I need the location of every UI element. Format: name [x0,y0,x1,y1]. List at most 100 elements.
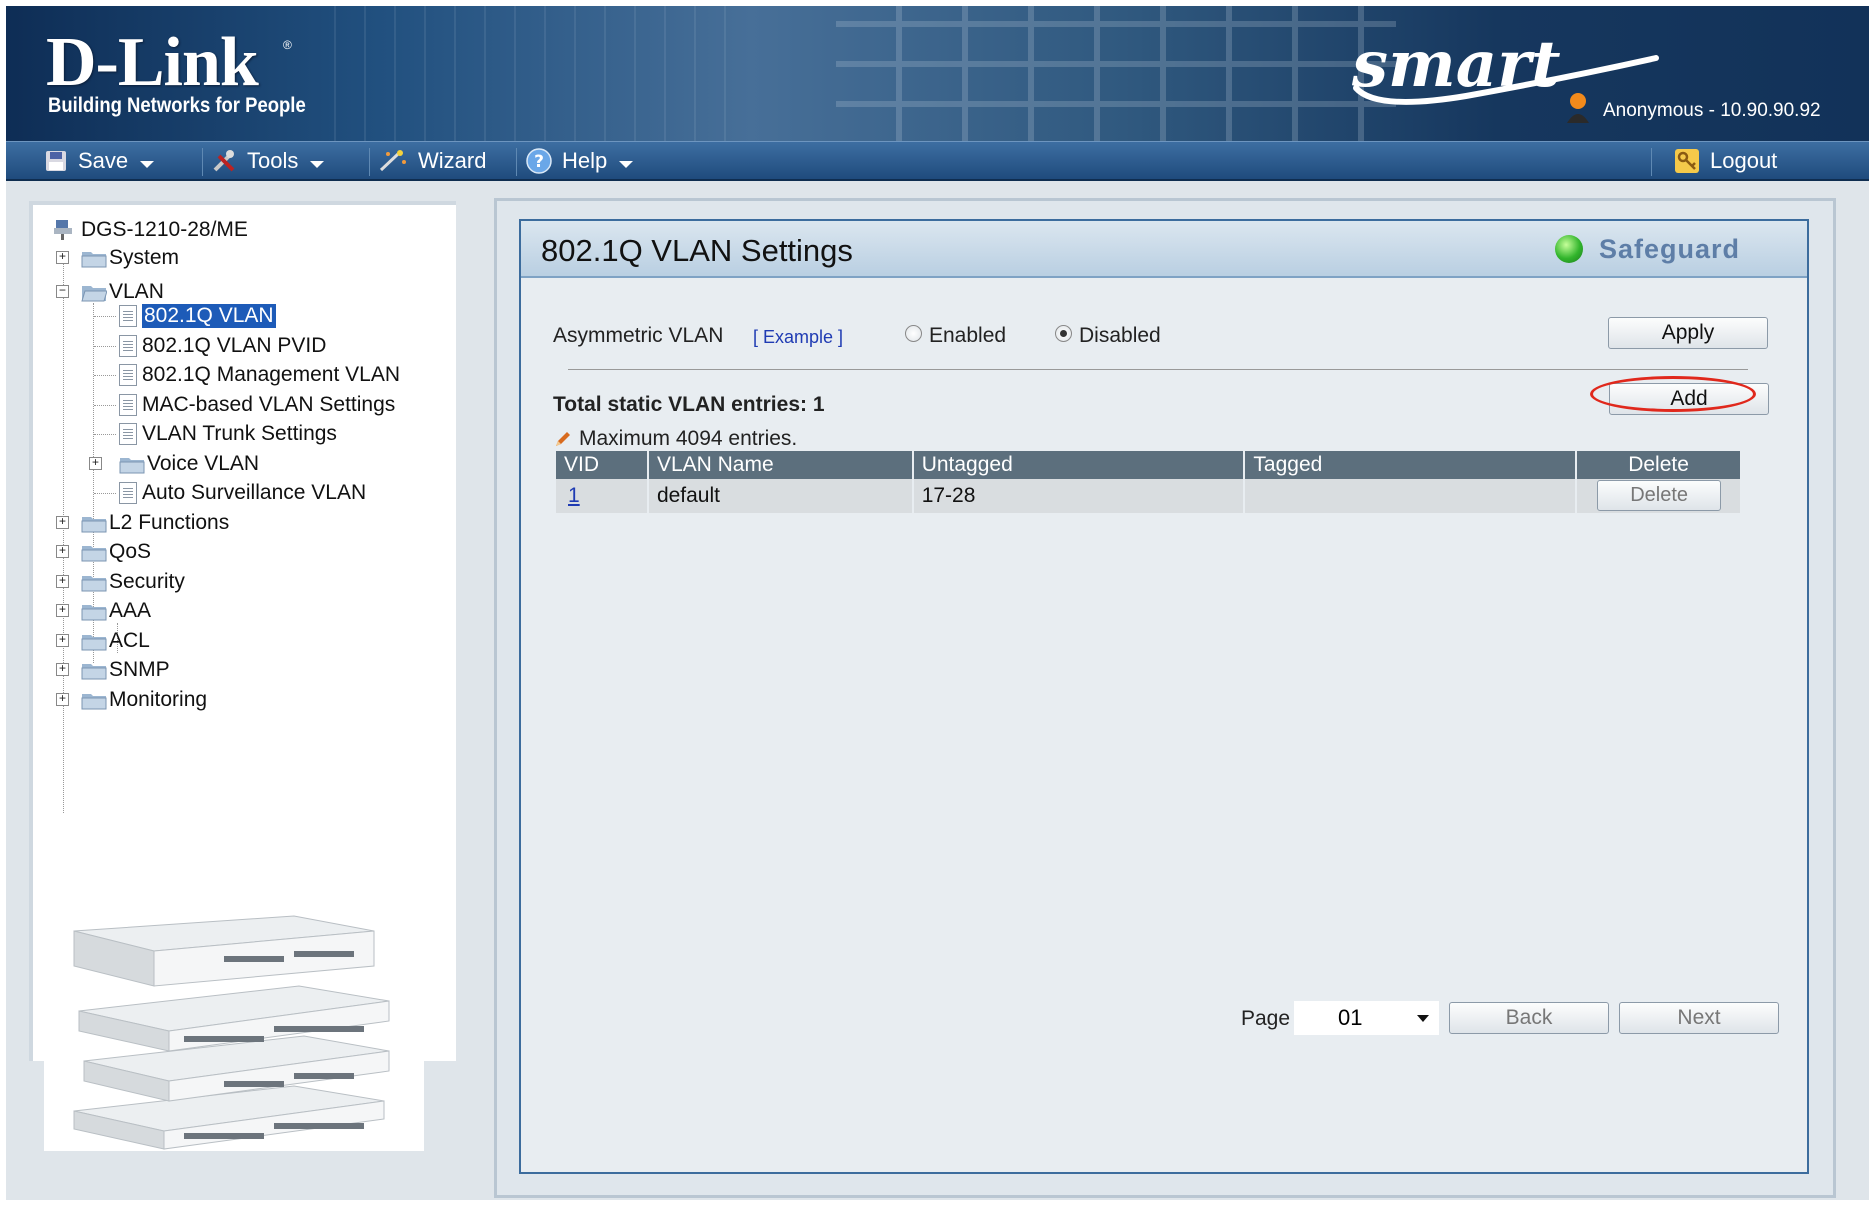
browser-page: D-Link ® Building Networks for People sm… [6,6,1869,1200]
expand-icon[interactable]: + [56,575,69,588]
vlan-table: VID VLAN Name Untagged Tagged Delete 1 d… [556,451,1742,513]
tree-item-8021q-vlan-pvid[interactable]: 802.1Q VLAN PVID [119,333,326,359]
tree-item-vlan-trunk[interactable]: VLAN Trunk Settings [119,421,337,447]
vlan-settings-panel: 802.1Q VLAN Settings Safeguard Asymmetri… [519,219,1809,1174]
tree-item-acl[interactable]: ACL [81,628,150,654]
disabled-radio[interactable] [1055,325,1072,342]
enabled-radio[interactable] [905,325,922,342]
tree-item-8021q-vlan[interactable]: 802.1Q VLAN [119,303,277,329]
tree-item-system[interactable]: System [81,245,179,271]
page-icon [119,482,137,504]
delete-button[interactable]: Delete [1597,480,1722,511]
page-select[interactable]: 01 [1294,1001,1439,1035]
page-icon [119,305,137,327]
expand-icon[interactable]: + [56,545,69,558]
help-menu[interactable]: ? Help [526,142,634,180]
tree-item-vlan[interactable]: VLAN [81,279,164,305]
dlink-logo: D-Link [46,24,259,101]
divider [568,369,1748,370]
tree-item-mac-based-vlan[interactable]: MAC-based VLAN Settings [119,392,395,418]
tree-item-auto-surveillance[interactable]: Auto Surveillance VLAN [119,480,366,506]
panel-title-bar: 802.1Q VLAN Settings Safeguard [521,221,1807,278]
tree-item-aaa[interactable]: AAA [81,598,151,624]
expand-icon[interactable]: + [56,604,69,617]
table-header: VID VLAN Name Untagged Tagged Delete [556,451,1742,479]
column-header-delete: Delete [1576,451,1742,479]
untagged-cell: 17-28 [912,479,1246,513]
page-icon [119,335,137,357]
annotation-circle [1590,376,1756,412]
vid-cell: 1 [556,479,649,513]
tree-item-management-vlan[interactable]: 802.1Q Management VLAN [119,362,400,388]
pencil-icon [556,432,570,446]
switch-icon [54,220,72,240]
tree-item-security[interactable]: Security [81,569,185,595]
header-banner: D-Link ® Building Networks for People sm… [6,6,1869,141]
chevron-down-icon [1417,1015,1429,1022]
folder-icon [81,546,107,562]
tree-item-qos[interactable]: QoS [81,539,151,565]
tree-item-monitoring[interactable]: Monitoring [81,687,207,713]
folder-icon [81,576,107,592]
apply-button[interactable]: Apply [1608,317,1768,349]
enabled-label: Enabled [929,324,1007,347]
max-entries: Maximum 4094 entries. [553,427,797,451]
folder-icon [81,635,107,651]
switch-stack-image [44,911,424,1151]
page-label: Page [1241,1007,1291,1030]
svg-text:smart: smart [1351,27,1561,102]
column-header-vid: VID [556,451,649,479]
tools-menu[interactable]: Tools [211,142,325,180]
next-button[interactable]: Next [1619,1002,1779,1034]
folder-icon [81,664,107,680]
disabled-label: Disabled [1079,324,1161,347]
delete-cell: Delete [1576,479,1742,513]
wizard-menu[interactable]: Wizard [378,142,486,180]
save-icon [46,151,66,171]
safeguard-status-icon [1555,235,1583,263]
logout-button[interactable]: Logout [1674,142,1777,180]
table-row: 1 default 17-28 Delete [556,479,1742,513]
tree-item-snmp[interactable]: SNMP [81,657,170,683]
page-icon [119,364,137,386]
folder-icon [119,458,145,474]
folder-icon [81,517,107,533]
user-info: Anonymous - 10.90.90.92 [1603,100,1821,121]
tagged-cell [1244,479,1578,513]
example-link[interactable]: [ Example ] [753,327,843,348]
expand-icon[interactable]: + [56,251,69,264]
toolbar: Save Tools Wizard ? Help Logout [6,141,1869,181]
tree-root[interactable]: DGS-1210-28/ME [53,217,248,243]
expand-icon[interactable]: + [56,663,69,676]
tools-icon [213,150,235,172]
tree-item-l2-functions[interactable]: L2 Functions [81,510,229,536]
page-icon [119,423,137,445]
page-title: 802.1Q VLAN Settings [541,233,853,268]
folder-icon [81,694,107,710]
folder-icon [81,252,107,268]
expand-icon[interactable]: + [89,457,102,470]
tree-item-voice-vlan[interactable]: Voice VLAN [119,451,259,477]
chevron-down-icon [140,160,155,168]
save-menu[interactable]: Save [44,142,155,180]
logo-tagline: Building Networks for People [48,94,306,117]
safeguard-label: Safeguard [1599,234,1741,264]
vid-link[interactable]: 1 [564,484,580,507]
asymmetric-vlan-label: Asymmetric VLAN [553,324,724,347]
folder-icon [81,605,107,621]
chevron-down-icon [310,160,325,168]
expand-icon[interactable]: + [56,516,69,529]
column-header-untagged: Untagged [912,451,1246,479]
key-icon [1675,149,1699,173]
expand-icon[interactable]: + [56,693,69,706]
svg-text:?: ? [534,152,544,172]
expand-icon[interactable]: + [56,634,69,647]
vlan-name-cell: default [647,479,914,513]
back-button[interactable]: Back [1449,1002,1609,1034]
total-entries: Total static VLAN entries: 1 [553,393,825,416]
wizard-icon [379,150,406,172]
column-header-vlan-name: VLAN Name [647,451,914,479]
collapse-icon[interactable]: − [56,285,69,298]
page-icon [119,394,137,416]
help-icon: ? [526,148,552,174]
